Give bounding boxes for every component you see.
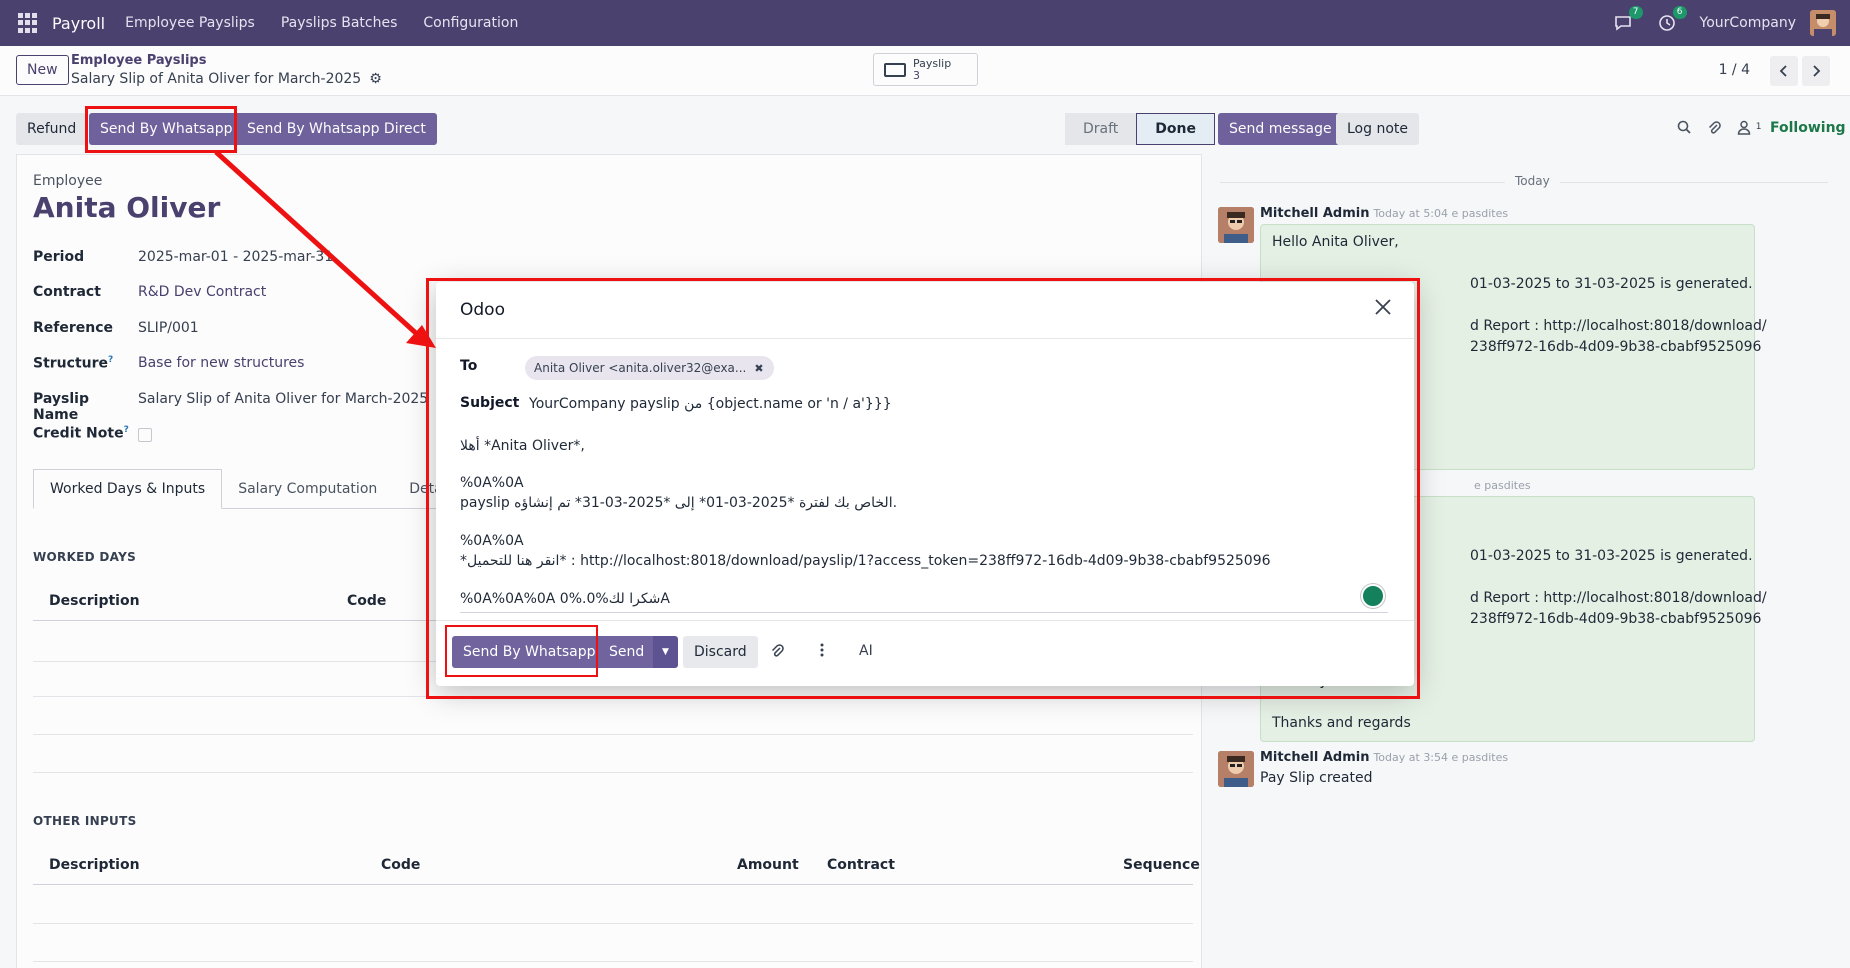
- annotation-arrow: [214, 150, 436, 348]
